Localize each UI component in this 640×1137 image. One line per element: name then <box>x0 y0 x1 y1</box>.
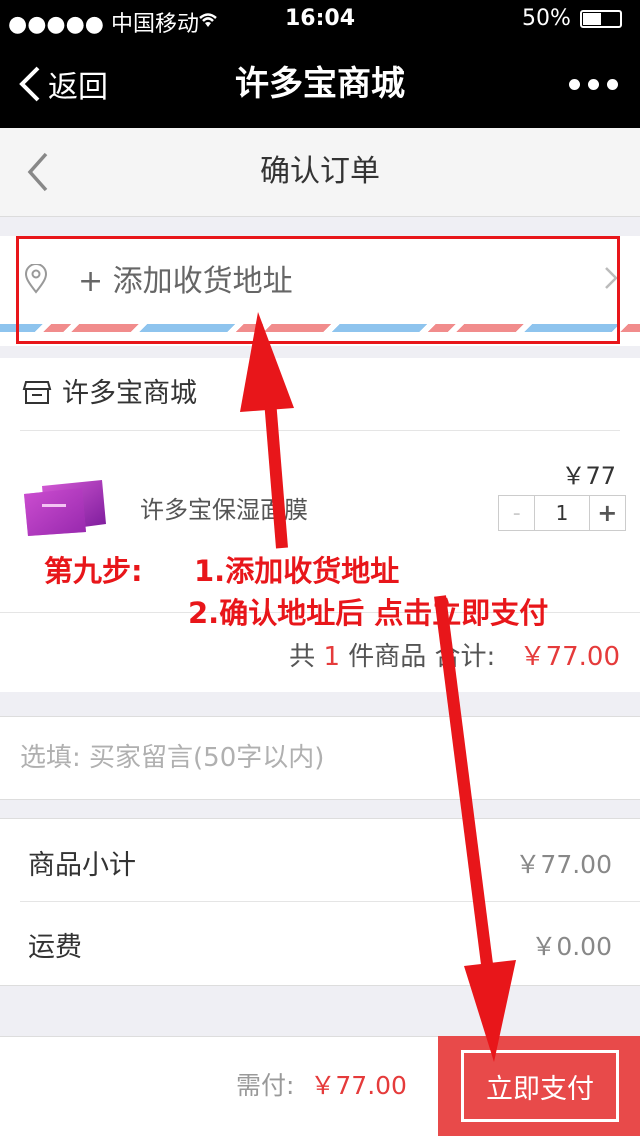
annotation-step: 第九步: <box>44 554 143 588</box>
annotation-line1: 1.添加收货地址 <box>194 554 400 588</box>
annotation-arrow-line <box>264 399 288 549</box>
annotation-arrowhead <box>464 960 516 1062</box>
annotation-arrowhead <box>240 312 294 412</box>
annotation-line2: 2.确认地址后 点击立即支付 <box>188 596 549 630</box>
annotation-arrow-line <box>434 595 494 973</box>
